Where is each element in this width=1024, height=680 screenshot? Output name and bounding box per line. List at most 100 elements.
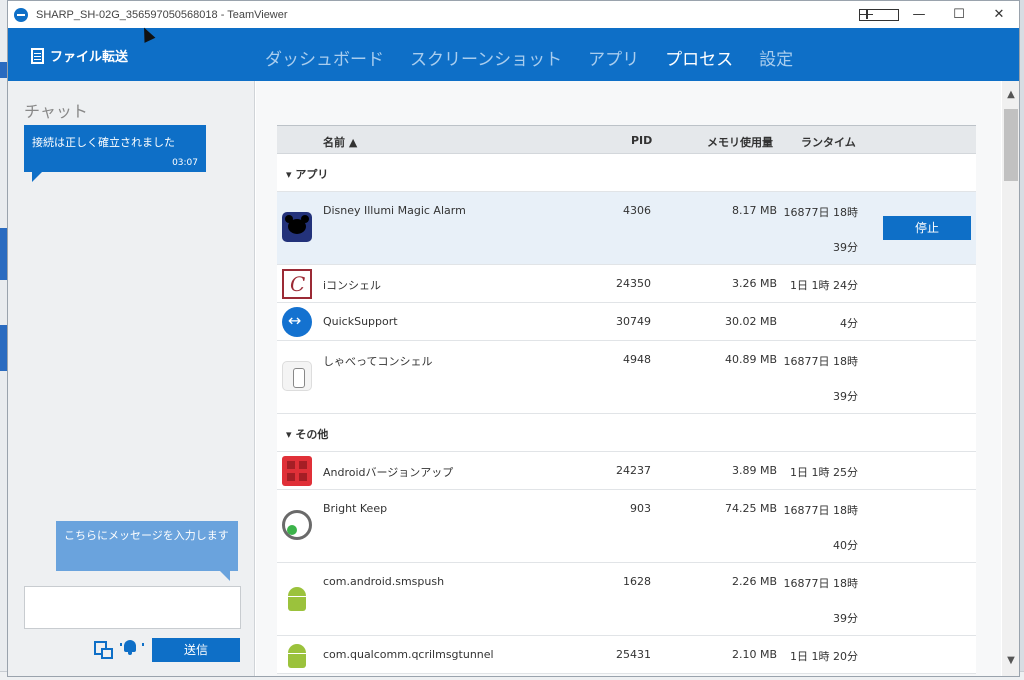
process-pid: 903	[630, 502, 651, 515]
process-runtime: 1日 1時 25分	[790, 466, 858, 479]
process-pid: 1628	[623, 575, 651, 588]
table-row[interactable]: iコンシェル 24350 3.26 MB 1日 1時 24分	[277, 265, 976, 303]
tab-settings[interactable]: 設定	[759, 45, 793, 70]
process-runtime: 16877日 18時	[783, 355, 859, 368]
layout-icon	[859, 8, 899, 21]
process-name: com.android.smspush	[323, 575, 445, 588]
input-hint-bubble: こちらにメッセージを入力します	[56, 521, 238, 581]
header-memory[interactable]: メモリ使用量	[707, 134, 773, 150]
process-runtime-cont: 39分	[833, 390, 858, 403]
process-runtime: 1日 1時 20分	[790, 650, 858, 663]
process-name: QuickSupport	[323, 315, 398, 328]
process-pid: 25431	[616, 648, 651, 661]
window-controls: — ☐ ✕	[859, 1, 1019, 28]
chat-toolbar: 送信	[8, 637, 255, 665]
chat-panel: チャット 接続は正しく確立されました 03:07 こちらにメッセージを入力します…	[8, 81, 255, 676]
process-pid: 4306	[623, 204, 651, 217]
process-runtime-cont: 39分	[833, 612, 858, 625]
teamviewer-logo-icon	[14, 7, 28, 22]
brightkeep-icon	[282, 510, 312, 540]
stop-button[interactable]: 停止	[883, 216, 971, 240]
table-row[interactable]: QuickSupport 30749 30.02 MB 4分	[277, 303, 976, 341]
table-row[interactable]: com.android.smspush 1628 2.26 MB 16877日 …	[277, 563, 976, 636]
layout-toggle-button[interactable]	[859, 8, 899, 21]
process-list-panel: 名前 ▲ PID メモリ使用量 ランタイム ▾ アプリ Disney Illum…	[256, 81, 1001, 676]
process-pid: 4948	[623, 353, 651, 366]
process-memory: 74.25 MB	[724, 502, 777, 515]
chat-title: チャット	[24, 102, 88, 121]
process-pid: 24350	[616, 277, 651, 290]
process-pid: 30749	[616, 315, 651, 328]
send-button[interactable]: 送信	[152, 638, 240, 662]
group-header-apps[interactable]: ▾ アプリ	[277, 154, 976, 192]
process-memory: 3.26 MB	[731, 277, 777, 290]
tab-screenshot[interactable]: スクリーンショット	[410, 45, 562, 70]
mickey-icon	[282, 212, 312, 242]
scrollbar-thumb[interactable]	[1004, 109, 1018, 181]
process-runtime-cont: 39分	[833, 241, 858, 254]
group-label: ▾ その他	[286, 428, 329, 441]
process-name: Androidバージョンアップ	[323, 466, 454, 479]
file-transfer-icon	[31, 47, 44, 64]
table-row[interactable]: Androidバージョンアップ 24237 3.89 MB 1日 1時 25分	[277, 452, 976, 490]
system-message-text: 接続は正しく確立されました	[32, 136, 175, 149]
input-hint-text: こちらにメッセージを入力します	[64, 529, 229, 542]
vertical-scrollbar[interactable]: ▲ ▼	[1002, 81, 1019, 676]
close-button[interactable]: ✕	[979, 7, 1019, 22]
nav-tabs: ダッシュボード スクリーンショット アプリ プロセス 設定	[265, 45, 819, 70]
quicksupport-icon	[282, 307, 312, 337]
table-row[interactable]: しゃべってコンシェル 4948 40.89 MB 16877日 18時 39分	[277, 341, 976, 414]
table-row[interactable]: Disney Illumi Magic Alarm 4306 8.17 MB 1…	[277, 192, 976, 265]
process-runtime-cont: 40分	[833, 539, 858, 552]
shabette-icon	[282, 361, 312, 391]
process-memory: 30.02 MB	[724, 315, 777, 328]
process-pid: 24237	[616, 464, 651, 477]
chat-message-input[interactable]	[24, 586, 241, 629]
process-memory: 2.10 MB	[731, 648, 777, 661]
nav-bar: ファイル転送 ダッシュボード スクリーンショット アプリ プロセス 設定	[8, 28, 1019, 81]
process-name: Bright Keep	[323, 502, 388, 515]
group-label: ▾ アプリ	[286, 168, 329, 181]
group-header-other[interactable]: ▾ その他	[277, 414, 976, 452]
system-message-time: 03:07	[172, 158, 198, 168]
system-message-bubble: 接続は正しく確立されました 03:07	[24, 125, 206, 182]
file-transfer-button[interactable]: ファイル転送	[31, 46, 128, 65]
tab-processes[interactable]: プロセス	[665, 45, 733, 70]
process-memory: 8.17 MB	[731, 204, 777, 217]
process-name: iコンシェル	[323, 279, 382, 292]
process-runtime: 4分	[840, 317, 858, 330]
scroll-down-icon[interactable]: ▼	[1002, 655, 1019, 666]
scroll-up-icon[interactable]: ▲	[1002, 89, 1019, 100]
table-header: 名前 ▲ PID メモリ使用量 ランタイム	[277, 125, 976, 154]
process-memory: 2.26 MB	[731, 575, 777, 588]
maximize-button[interactable]: ☐	[939, 7, 979, 22]
android-icon	[282, 640, 312, 670]
concier-icon	[282, 269, 312, 299]
process-runtime: 1日 1時 24分	[790, 279, 858, 292]
process-runtime: 16877日 18時	[783, 577, 859, 590]
send-file-icon[interactable]	[94, 641, 113, 659]
minimize-button[interactable]: —	[899, 7, 939, 22]
header-runtime[interactable]: ランタイム	[801, 134, 856, 150]
process-name: Disney Illumi Magic Alarm	[323, 204, 466, 217]
process-name: com.qualcomm.qcrilmsgtunnel	[323, 648, 494, 661]
process-memory: 3.89 MB	[731, 464, 777, 477]
teamviewer-window: SHARP_SH-02G_356597050568018 - TeamViewe…	[7, 0, 1020, 677]
table-row[interactable]: com.qualcomm.qcrilmsgtunnel 25431 2.10 M…	[277, 636, 976, 674]
notification-bell-icon[interactable]	[120, 640, 144, 655]
android-icon	[282, 583, 312, 613]
process-name: しゃべってコンシェル	[323, 355, 433, 368]
table-row[interactable]: Bright Keep 903 74.25 MB 16877日 18時 40分	[277, 490, 976, 563]
process-table: 名前 ▲ PID メモリ使用量 ランタイム ▾ アプリ Disney Illum…	[277, 125, 976, 674]
header-name[interactable]: 名前 ▲	[323, 134, 357, 150]
title-bar: SHARP_SH-02G_356597050568018 - TeamViewe…	[8, 1, 1019, 28]
update-icon	[282, 456, 312, 486]
file-transfer-label: ファイル転送	[50, 50, 129, 65]
process-memory: 40.89 MB	[724, 353, 777, 366]
header-pid[interactable]: PID	[631, 134, 652, 147]
window-title: SHARP_SH-02G_356597050568018 - TeamViewe…	[36, 8, 288, 21]
tab-apps[interactable]: アプリ	[588, 45, 639, 70]
process-runtime: 16877日 18時	[783, 206, 859, 219]
tab-dashboard[interactable]: ダッシュボード	[265, 45, 384, 70]
process-runtime: 16877日 18時	[783, 504, 859, 517]
